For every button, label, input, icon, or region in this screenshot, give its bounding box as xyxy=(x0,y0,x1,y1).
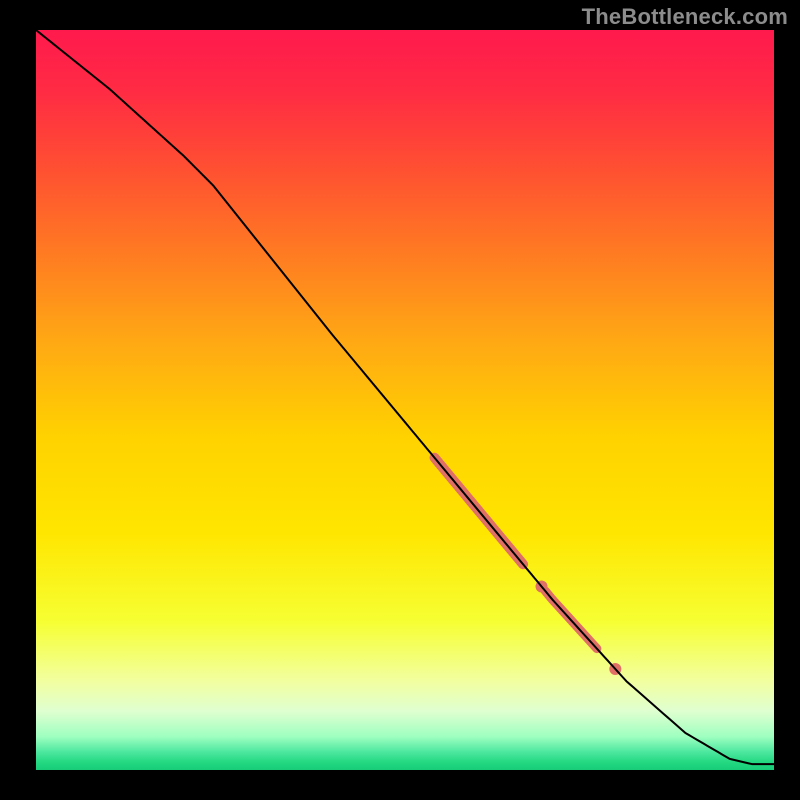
watermark-text: TheBottleneck.com xyxy=(582,4,788,30)
chart-svg xyxy=(0,0,800,800)
chart-frame: TheBottleneck.com xyxy=(0,0,800,800)
gradient-background xyxy=(36,30,774,770)
